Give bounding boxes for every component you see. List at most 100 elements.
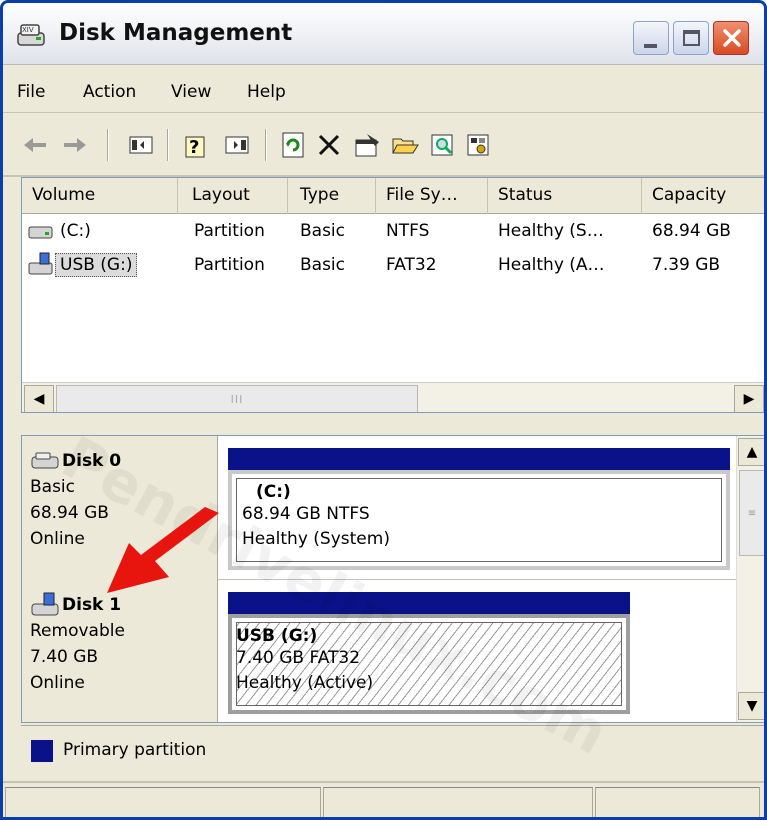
open-icon	[392, 138, 419, 154]
column-type[interactable]: Type	[290, 178, 376, 214]
disk-management-icon: XIV	[17, 24, 45, 46]
legend-label: Primary partition	[63, 740, 207, 760]
toolbar-separator	[265, 129, 267, 161]
title-bar[interactable]: XIV Disk Management	[3, 3, 764, 65]
minimize-icon	[644, 44, 657, 48]
status-value: Healthy (A…	[498, 255, 605, 275]
disk-management-window: XIV Disk Management File Action View Hel…	[0, 0, 767, 820]
chevron-right-icon: ▶	[743, 391, 755, 407]
action-pane-button[interactable]	[223, 131, 251, 159]
help-button[interactable]: ?	[183, 131, 211, 159]
chevron-up-icon: ▲	[746, 444, 758, 460]
maximize-button[interactable]	[673, 21, 709, 55]
chevron-left-icon: ◀	[33, 391, 45, 407]
partition-status: Healthy (Active)	[236, 673, 374, 693]
partition-body: USB (G:) 7.40 GB FAT32 Healthy (Active)	[228, 614, 630, 714]
settings-button[interactable]	[465, 131, 493, 159]
hard-disk-icon	[31, 452, 59, 469]
column-header-row: Volume Layout Type File Sy… Status Capac…	[22, 178, 764, 214]
explore-icon	[431, 134, 453, 156]
partition-detail: 68.94 GB NTFS	[242, 504, 370, 524]
scroll-down-button[interactable]: ▼	[738, 692, 764, 720]
removable-disk-icon	[31, 592, 59, 616]
scroll-right-button[interactable]: ▶	[734, 385, 764, 412]
status-pane	[323, 787, 593, 817]
file-system-value: NTFS	[386, 221, 430, 241]
toolbar-separator	[107, 129, 109, 161]
scrollbar-thumb[interactable]: ≡	[739, 470, 764, 556]
scrollbar-thumb[interactable]: III	[56, 385, 418, 412]
status-pane	[5, 787, 321, 817]
disk-size: 7.40 GB	[30, 647, 99, 667]
horizontal-scrollbar[interactable]: ◀ III ▶	[22, 382, 764, 412]
column-volume[interactable]: Volume	[22, 178, 178, 214]
file-system-value: FAT32	[386, 255, 437, 275]
type-value: Basic	[300, 255, 346, 275]
open-button[interactable]	[391, 131, 419, 159]
volume-name: USB (G:)	[55, 253, 138, 277]
column-capacity[interactable]: Capacity	[642, 178, 764, 214]
red-arrow-annotation	[107, 507, 219, 593]
back-button[interactable]	[21, 131, 49, 159]
back-icon	[24, 138, 46, 152]
column-status[interactable]: Status	[488, 178, 642, 214]
window-title: Disk Management	[59, 20, 293, 46]
pane-splitter[interactable]	[3, 413, 764, 435]
close-button[interactable]	[713, 21, 749, 55]
partition-block[interactable]: (C:) 68.94 GB NTFS Healthy (System)	[228, 448, 730, 570]
delete-icon	[318, 134, 340, 156]
console-tree-button[interactable]	[127, 131, 155, 159]
minimize-button[interactable]	[633, 21, 669, 55]
partition-block[interactable]: USB (G:) 7.40 GB FAT32 Healthy (Active)	[228, 592, 630, 714]
action-pane-icon	[225, 136, 249, 154]
partition-status: Healthy (System)	[242, 529, 390, 549]
disk-state: Online	[30, 673, 85, 693]
menu-bar: File Action View Help	[3, 65, 764, 113]
column-layout[interactable]: Layout	[182, 178, 288, 214]
partition-body: (C:) 68.94 GB NTFS Healthy (System)	[228, 470, 730, 570]
drive-icon	[28, 226, 53, 239]
disk-type: Removable	[30, 621, 125, 641]
close-icon	[723, 29, 741, 47]
status-pane	[595, 787, 760, 817]
refresh-icon	[282, 132, 304, 158]
disk-name: Disk 0	[30, 448, 217, 474]
menu-help[interactable]: Help	[247, 82, 286, 102]
status-bar	[3, 781, 764, 817]
partition-detail: 7.40 GB FAT32	[236, 648, 361, 668]
vertical-scrollbar[interactable]: ▲ ≡ ▼	[736, 436, 764, 722]
maximize-icon	[683, 30, 700, 46]
capacity-value: 68.94 GB	[652, 221, 731, 241]
menu-view[interactable]: View	[171, 82, 211, 102]
menu-file[interactable]: File	[17, 82, 45, 102]
toolbar-separator	[167, 129, 169, 161]
scroll-up-button[interactable]: ▲	[738, 438, 764, 466]
column-file-system[interactable]: File Sy…	[376, 178, 488, 214]
partition-title: (C:)	[256, 482, 291, 502]
help-icon: ?	[185, 136, 205, 158]
refresh-button[interactable]	[279, 131, 307, 159]
properties-icon	[355, 134, 379, 157]
volume-name: (C:)	[60, 221, 91, 241]
explore-button[interactable]	[429, 131, 457, 159]
type-value: Basic	[300, 221, 346, 241]
disk-label: Disk 0	[62, 451, 122, 471]
delete-button[interactable]	[315, 131, 343, 159]
scroll-left-button[interactable]: ◀	[24, 385, 54, 412]
table-row[interactable]: (C:) Partition Basic NTFS Healthy (S… 68…	[22, 216, 764, 248]
usb-drive-icon	[28, 252, 53, 275]
volume-list: Volume Layout Type File Sy… Status Capac…	[21, 177, 764, 413]
properties-button[interactable]	[353, 131, 381, 159]
legend: Primary partition	[21, 725, 764, 771]
chevron-down-icon: ▼	[746, 698, 758, 714]
settings-icon	[467, 134, 489, 156]
svg-text:?: ?	[189, 137, 199, 158]
forward-button[interactable]	[61, 131, 89, 159]
partition-title: USB (G:)	[236, 626, 318, 646]
layout-value: Partition	[194, 255, 265, 275]
table-row[interactable]: USB (G:) Partition Basic FAT32 Healthy (…	[22, 250, 764, 282]
forward-icon	[64, 138, 86, 152]
menu-action[interactable]: Action	[83, 82, 136, 102]
disk-type: Basic	[30, 477, 76, 497]
partition-header-bar	[228, 592, 630, 614]
